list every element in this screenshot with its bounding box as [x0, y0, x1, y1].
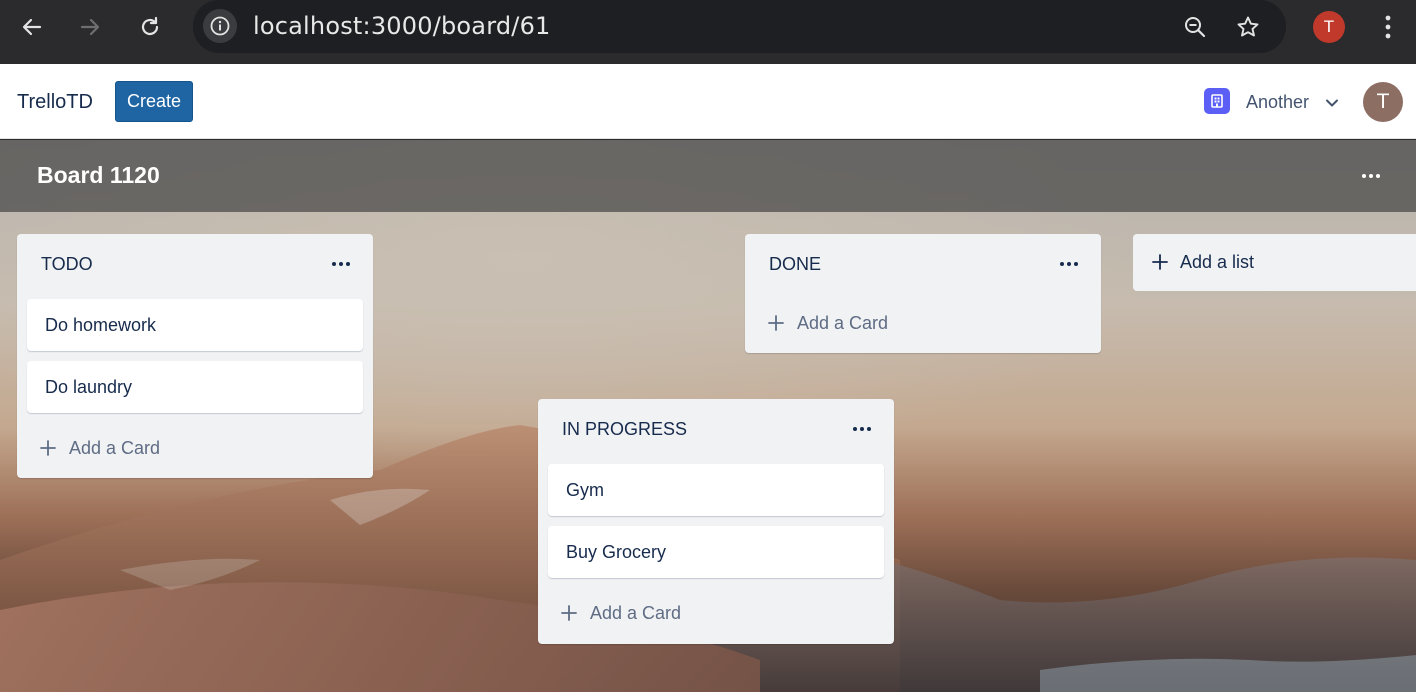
back-arrow-icon[interactable]: [14, 12, 50, 42]
board-more-options-icon[interactable]: [1357, 164, 1385, 188]
url-text[interactable]: localhost:3000/board/61: [253, 12, 551, 40]
list-title[interactable]: IN PROGRESS: [562, 419, 687, 440]
add-card-label: Add a Card: [69, 437, 161, 458]
card[interactable]: Gym: [548, 464, 884, 516]
plus-icon: [40, 440, 56, 456]
plus-icon: [561, 605, 577, 621]
add-card-label: Add a Card: [797, 312, 889, 333]
workspace-selector[interactable]: Another: [1246, 92, 1309, 113]
add-card-button[interactable]: Add a Card: [39, 436, 160, 460]
list-more-options-icon[interactable]: [848, 419, 876, 439]
plus-icon: [768, 315, 784, 331]
board-header: Board 1120: [0, 140, 1416, 212]
workspace-icon[interactable]: [1204, 88, 1230, 114]
list-title[interactable]: DONE: [769, 254, 821, 275]
forward-arrow-icon[interactable]: [72, 12, 108, 42]
chevron-down-icon[interactable]: [1323, 94, 1341, 112]
card-title: Buy Grocery: [566, 542, 667, 562]
card-title: Do laundry: [45, 377, 133, 397]
board-title[interactable]: Board 1120: [37, 162, 160, 189]
address-bar[interactable]: localhost:3000/board/61: [193, 0, 1286, 53]
site-info-icon[interactable]: [203, 9, 237, 43]
zoom-icon[interactable]: [1178, 10, 1212, 44]
browser-toolbar: localhost:3000/board/61 T: [0, 0, 1416, 64]
card[interactable]: Do laundry: [27, 361, 363, 413]
list-more-options-icon[interactable]: [1055, 254, 1083, 274]
add-list-button[interactable]: Add a list: [1133, 234, 1416, 291]
browser-menu-icon[interactable]: [1372, 10, 1404, 44]
card[interactable]: Buy Grocery: [548, 526, 884, 578]
list-more-options-icon[interactable]: [327, 254, 355, 274]
card[interactable]: Do homework: [27, 299, 363, 351]
create-button[interactable]: Create: [115, 81, 193, 122]
plus-icon: [1152, 254, 1168, 270]
card-title: Do homework: [45, 315, 157, 335]
card-title: Gym: [566, 480, 604, 500]
add-card-label: Add a Card: [590, 602, 682, 623]
app-header: TrelloTD Create Another T: [0, 64, 1416, 139]
add-list-label: Add a list: [1180, 252, 1255, 272]
reload-icon[interactable]: [132, 12, 168, 42]
add-card-button[interactable]: Add a Card: [767, 311, 888, 335]
bookmark-star-icon[interactable]: [1231, 10, 1265, 44]
app-logo[interactable]: TrelloTD: [17, 91, 93, 114]
add-card-button[interactable]: Add a Card: [560, 601, 681, 625]
board-canvas: Board 1120 TODO Do homework Do laundry A…: [0, 140, 1416, 692]
list-title[interactable]: TODO: [41, 254, 93, 275]
list-todo[interactable]: TODO Do homework Do laundry Add a Card: [17, 234, 373, 478]
list-in-progress[interactable]: IN PROGRESS Gym Buy Grocery Add a Card: [538, 399, 894, 644]
user-avatar[interactable]: T: [1363, 82, 1403, 122]
list-done[interactable]: DONE Add a Card: [745, 234, 1101, 353]
browser-profile-avatar[interactable]: T: [1313, 11, 1345, 43]
